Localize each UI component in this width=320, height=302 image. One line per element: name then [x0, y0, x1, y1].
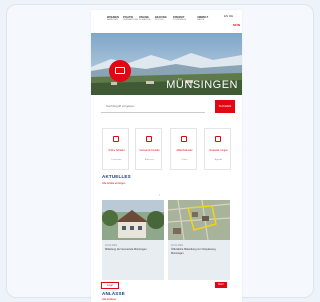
tile-sublabel: Adressen — [144, 159, 155, 161]
chevron-right-icon[interactable]: › — [159, 193, 163, 197]
nav-item-5[interactable]: FREIZEIT TOURISMUS — [173, 16, 186, 22]
form-icon — [113, 136, 119, 142]
more-button[interactable]: Mehr — [215, 282, 227, 288]
calendar-icon — [181, 136, 187, 142]
search-input[interactable] — [101, 100, 205, 113]
search-button[interactable]: SUCHEN — [215, 100, 235, 113]
nav-item-1[interactable]: WOHNEN ARBEITEN — [107, 16, 119, 22]
news-date: 01.01.2024 — [105, 244, 117, 247]
news-headline: Öffentliche Mitwirkung zur Ortsplanung M… — [171, 248, 216, 255]
contact-icon — [146, 136, 152, 142]
news-map-image — [168, 200, 230, 240]
news-image — [102, 200, 164, 240]
nav-item-4[interactable]: BILDUNG KULTUR — [155, 16, 167, 22]
events-all-link[interactable]: Alle Anlässe — [102, 298, 116, 301]
news-all-link[interactable]: Alle Artikel anzeigen — [102, 182, 125, 185]
hero-badge — [109, 60, 131, 82]
search-bar: SUCHEN — [101, 100, 235, 114]
news-headline: Mitteilung der Gemeinde Münsingen — [105, 248, 147, 251]
nav-item-3[interactable]: ONLINE SCHALTER — [139, 16, 151, 22]
quick-link-tile[interactable]: Abfall Kalender Daten — [170, 128, 197, 170]
hero-title: MÜNSINGEN — [166, 79, 238, 91]
tile-label: Online Schalter — [108, 149, 125, 152]
news-section-title: AKTUELLES — [102, 174, 131, 179]
footer-logo[interactable]: Logo — [101, 282, 119, 289]
tile-sublabel: Agenda — [214, 159, 223, 161]
tile-label: Abfall Kalender — [176, 149, 193, 152]
nav-item-6[interactable]: UMWELT NATUR — [197, 16, 208, 22]
site-logo[interactable]: MÜN — [226, 23, 240, 28]
event-icon — [215, 136, 221, 142]
quick-link-tile[interactable]: Gemeinde Kontakt Adressen — [135, 128, 162, 170]
quick-link-tile[interactable]: Online Schalter Formulare — [102, 128, 129, 170]
tile-sublabel: Daten — [181, 159, 188, 161]
quick-link-tile[interactable]: Veranstal- tungen Agenda — [204, 128, 231, 170]
news-card[interactable]: 01.01.2024 Öffentliche Mitwirkung zur Or… — [168, 200, 230, 280]
top-navigation: WOHNEN ARBEITEN POLITIK VERWALTUNG ONLINE S… — [91, 10, 242, 32]
news-card[interactable]: 01.01.2024 Mitteilung der Gemeinde Münsi… — [102, 200, 164, 280]
website-screenshot: WOHNEN ARBEITEN POLITIK VERWALTUNG ONLINE S… — [91, 10, 242, 302]
events-section-title: ANLÄSSE — [102, 291, 125, 296]
language-switch[interactable]: EN DE — [224, 14, 233, 18]
nav-item-2[interactable]: POLITIK VERWALTUNG — [123, 16, 138, 22]
news-date: 01.01.2024 — [171, 244, 183, 247]
tile-label: Gemeinde Kontakt — [139, 149, 160, 152]
tile-sublabel: Formulare — [111, 159, 122, 161]
tile-label: Veranstal- tungen — [209, 149, 228, 152]
chat-icon — [115, 67, 125, 74]
